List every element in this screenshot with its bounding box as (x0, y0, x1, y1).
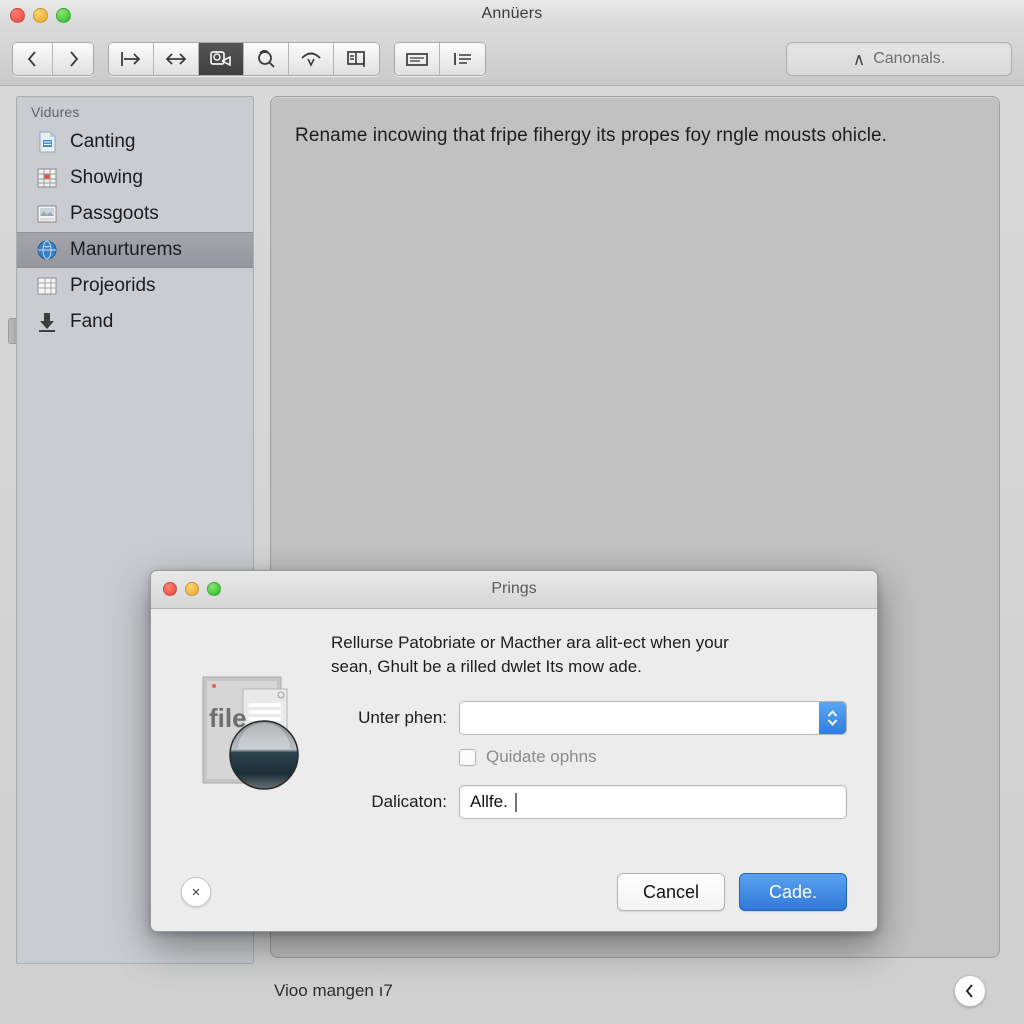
table-icon (37, 277, 57, 295)
sidebar-item-canting[interactable]: Canting (17, 124, 253, 160)
window-titlebar: Annüers (0, 0, 1024, 32)
quidate-ophns-label: Quidate ophns (486, 747, 597, 767)
svg-text:file: file (209, 703, 247, 733)
window-title: Annüers (481, 5, 543, 22)
sidebar-item-passgoots[interactable]: Passgoots (17, 196, 253, 232)
chevron-left-icon (965, 984, 973, 998)
unter-phen-combobox[interactable] (459, 701, 847, 736)
stepper-up-down-icon[interactable] (819, 702, 846, 735)
text-caret (514, 792, 517, 812)
unter-phen-input[interactable] (460, 702, 819, 735)
list-tool[interactable] (440, 42, 485, 75)
dialog-help-button[interactable]: × (181, 877, 211, 907)
cancel-button[interactable]: Cancel (617, 873, 725, 911)
zoom-tool[interactable] (244, 42, 289, 75)
confirm-button[interactable]: Cade. (739, 873, 847, 911)
combo-row: Unter phen: (331, 701, 847, 736)
sidebar-item-label: Canting (70, 131, 136, 152)
chevron-left-icon (27, 50, 36, 67)
back-button[interactable] (13, 42, 53, 75)
text-row: Dalicaton: Allfe. (331, 785, 847, 820)
tool-button-group-secondary (394, 41, 486, 76)
sidebar-item-label: Fand (70, 311, 114, 332)
dialog-message-line1: Rellurse Patobriate or Macther ara alit-… (331, 633, 729, 652)
arrow-to-line-icon (121, 51, 141, 66)
settings-dialog: Prings file Rellurse Patobriate or Macth… (150, 570, 878, 932)
nav-button-group (12, 41, 94, 76)
quidate-ophns-checkbox-row[interactable]: Quidate ophns (459, 747, 847, 767)
sidebar-item-label: Manurturems (70, 239, 182, 260)
quidate-ophns-checkbox[interactable] (459, 748, 476, 766)
status-bar: Vioo mangen ı7 (270, 958, 1000, 1024)
dalicaton-label: Dalicaton: (371, 792, 447, 812)
sidebar-resize-handle[interactable] (8, 318, 16, 344)
sidebar-item-fand[interactable]: Fand (17, 304, 253, 340)
list-lines-icon (453, 52, 471, 65)
search-input-text: Canonals. (873, 50, 946, 67)
dialog-button-group: Cancel Cade. (617, 873, 847, 911)
dalicaton-input[interactable]: Allfe. (459, 785, 847, 820)
sidebar-item-manurturems[interactable]: Manurturems (17, 232, 253, 268)
caret-up-icon: ∧ (852, 49, 866, 69)
sidebar-tool[interactable] (334, 42, 379, 75)
panel-split-icon (346, 50, 365, 67)
search-field[interactable]: ∧ Canonals. (786, 42, 1012, 76)
signature-tool[interactable] (289, 42, 334, 75)
resize-tool[interactable] (154, 42, 199, 75)
annotate-tool[interactable] (199, 42, 244, 75)
dialog-titlebar: Prings (151, 571, 877, 609)
sidebar-item-label: Showing (70, 167, 143, 188)
file-document-orb-icon: file (191, 631, 309, 853)
dalicaton-value: Allfe. (470, 792, 508, 812)
forward-button[interactable] (53, 42, 93, 75)
chevron-right-icon (69, 50, 78, 67)
align-right-tool[interactable] (109, 42, 154, 75)
markup-tool[interactable] (395, 42, 440, 75)
combo-label: Unter phen: (358, 708, 447, 728)
arrows-horizontal-icon (165, 52, 187, 65)
magnifier-icon (258, 49, 275, 68)
toolbar: ∧ Canonals. (0, 32, 1024, 86)
dialog-title: Prings (491, 580, 537, 597)
dialog-main: Rellurse Patobriate or Macther ara alit-… (331, 631, 847, 853)
download-icon (39, 313, 55, 332)
sidebar-header: Vidures (31, 104, 80, 120)
document-icon (39, 131, 56, 153)
signature-icon (301, 52, 321, 67)
tool-button-group-primary (108, 41, 380, 76)
text-box-icon (406, 52, 428, 66)
spreadsheet-icon (37, 168, 57, 188)
dialog-message-line2: sean, Ghult be a rilled dwlet Its mow ad… (331, 657, 642, 677)
dialog-body: file Rellurse Patobriate or Macther ara … (151, 609, 877, 853)
status-text: Vioo mangen ı7 (274, 981, 393, 1000)
dialog-message: Rellurse Patobriate or Macther ara alit-… (331, 631, 847, 679)
content-message: Rename incowing that fripe fihergy its p… (295, 125, 888, 146)
dialog-footer: × Cancel Cade. (151, 853, 877, 931)
shape-crop-icon (210, 50, 231, 66)
sidebar-item-label: Passgoots (70, 203, 159, 224)
status-back-button[interactable] (954, 975, 986, 1007)
sidebar-item-label: Projeorids (70, 275, 156, 296)
sidebar-item-projeorids[interactable]: Projeorids (17, 268, 253, 304)
globe-icon (37, 240, 57, 260)
photo-icon (37, 205, 57, 223)
sidebar-item-showing[interactable]: Showing (17, 160, 253, 196)
